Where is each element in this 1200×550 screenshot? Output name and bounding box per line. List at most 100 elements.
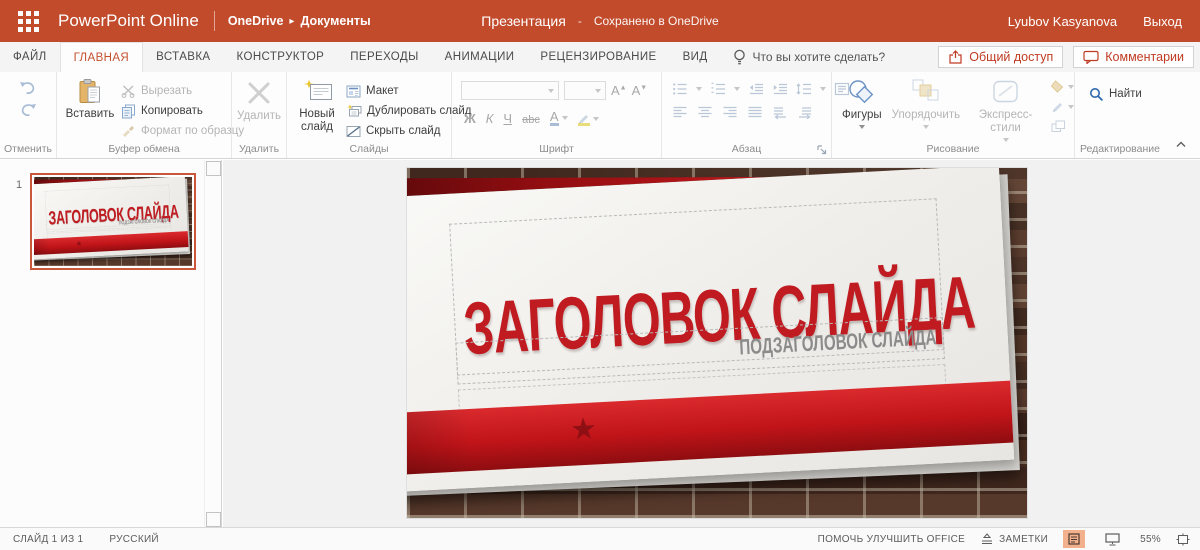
grow-font-button[interactable]: А▲ — [611, 83, 627, 98]
align-right-button[interactable] — [722, 105, 738, 119]
group-slides: Новый слайд Макет Дублировать слайд — [287, 72, 452, 158]
decrease-indent-button[interactable] — [748, 82, 764, 96]
tell-me-box[interactable]: Что вы хотите сделать? — [733, 42, 886, 72]
notes-icon — [980, 532, 994, 546]
user-name[interactable]: Lyubov Kasyanova — [1008, 14, 1117, 29]
app-title: PowerPoint Online — [58, 11, 199, 31]
new-slide-label: Новый слайд — [294, 108, 340, 134]
improve-office-link[interactable]: ПОМОЧЬ УЛУЧШИТЬ OFFICE — [818, 534, 966, 545]
group-label-undo: Отменить — [0, 143, 56, 155]
breadcrumb[interactable]: OneDrive ▸ Документы — [228, 14, 371, 28]
notes-toggle[interactable]: ЗАМЕТКИ — [980, 532, 1048, 546]
strikethrough-button[interactable]: abc — [522, 114, 540, 126]
paste-button[interactable]: Вставить — [66, 79, 114, 141]
tab-review[interactable]: РЕЦЕНЗИРОВАНИЕ — [527, 42, 669, 72]
tab-file[interactable]: ФАЙЛ — [0, 42, 60, 72]
language-button[interactable]: РУССКИЙ — [109, 534, 159, 545]
align-center-button[interactable] — [697, 105, 713, 119]
quick-styles-button[interactable]: Экспресс-стили — [970, 79, 1041, 142]
redo-icon[interactable] — [19, 103, 37, 118]
breadcrumb-drive[interactable]: OneDrive — [228, 14, 284, 28]
title-status-dash: - — [578, 14, 582, 28]
justify-button[interactable] — [747, 105, 763, 119]
red-wedge — [407, 168, 769, 199]
status-bar: СЛАЙД 1 ИЗ 1 РУССКИЙ ПОМОЧЬ УЛУЧШИТЬ OFF… — [0, 527, 1200, 550]
slide-subtitle[interactable]: ПОДЗАГОЛОВОК СЛАЙДА — [739, 326, 937, 362]
star-icon: ★ — [569, 414, 597, 445]
group-label-slides: Слайды — [287, 143, 451, 155]
italic-button[interactable]: К — [486, 111, 494, 126]
copy-button[interactable]: Копировать — [121, 101, 244, 121]
find-button[interactable]: Найти — [1075, 72, 1165, 104]
new-slide-button[interactable]: Новый слайд — [294, 79, 340, 141]
duplicate-slide-icon — [346, 104, 362, 118]
shapes-button[interactable]: Фигуры — [842, 79, 882, 129]
group-paragraph: Абзац — [662, 72, 832, 158]
bold-button[interactable]: Ж — [464, 111, 476, 126]
undo-icon[interactable] — [19, 81, 37, 96]
breadcrumb-folder[interactable]: Документы — [300, 14, 370, 28]
slide-thumbnail[interactable]: ЗАГОЛОВОК СЛАЙДА ПОДЗАГОЛОВОК СЛАЙДА ★ — [30, 173, 196, 270]
editing-view-button[interactable] — [1063, 530, 1085, 548]
zoom-level-button[interactable]: 55% — [1140, 534, 1161, 545]
copy-icon — [121, 104, 136, 119]
arrange-label: Упорядочить — [892, 109, 960, 122]
numbering-button[interactable] — [710, 82, 726, 96]
group-label-clipboard: Буфер обмена — [57, 143, 231, 155]
bullets-button[interactable] — [672, 82, 688, 96]
scissors-icon — [121, 84, 136, 98]
shape-outline-button[interactable] — [1051, 100, 1074, 113]
duplicate-shape-button[interactable] — [1051, 120, 1074, 133]
arrange-button[interactable]: Упорядочить — [892, 79, 960, 129]
thumb-red-wedge — [34, 177, 126, 185]
group-clipboard: Вставить Вырезать Копировать — [57, 72, 232, 158]
document-title[interactable]: Презентация — [481, 13, 566, 29]
collapse-ribbon-icon[interactable] — [1175, 140, 1187, 148]
delete-button[interactable]: Удалить — [232, 72, 286, 123]
thumb-star-icon: ★ — [75, 240, 82, 248]
font-size-dropdown[interactable] — [564, 81, 606, 100]
highlight-pen-icon — [578, 112, 590, 126]
panel-scrollbar[interactable] — [204, 160, 221, 528]
tab-design[interactable]: КОНСТРУКТОР — [224, 42, 338, 72]
share-button[interactable]: Общий доступ — [938, 46, 1063, 68]
group-label-drawing: Рисование — [832, 143, 1074, 155]
increase-indent-button[interactable] — [772, 82, 788, 96]
app-launcher-icon[interactable] — [18, 11, 39, 32]
line-spacing-button[interactable] — [796, 82, 812, 96]
scroll-down-button[interactable] — [206, 512, 221, 527]
slideshow-view-button[interactable] — [1100, 530, 1125, 549]
left-to-right-button[interactable] — [772, 105, 788, 119]
group-label-delete: Удалить — [232, 143, 286, 155]
fit-slide-button[interactable] — [1176, 533, 1190, 546]
right-to-left-button[interactable] — [797, 105, 813, 119]
comments-button[interactable]: Комментарии — [1073, 46, 1194, 68]
font-color-button[interactable]: А — [550, 110, 568, 126]
highlight-color-button[interactable] — [578, 112, 599, 126]
tab-animations[interactable]: АНИМАЦИИ — [432, 42, 528, 72]
tab-view[interactable]: ВИД — [670, 42, 721, 72]
share-button-label: Общий доступ — [969, 50, 1053, 64]
tab-transitions[interactable]: ПЕРЕХОДЫ — [337, 42, 431, 72]
align-left-button[interactable] — [672, 105, 688, 119]
tab-home[interactable]: ГЛАВНАЯ — [60, 42, 144, 72]
cut-button[interactable]: Вырезать — [121, 81, 244, 101]
layout-label: Макет — [366, 85, 399, 97]
slide-canvas[interactable]: ЗАГОЛОВОК СЛАЙДА ПОДЗАГОЛОВОК СЛАЙДА ★ — [407, 168, 1027, 518]
group-delete: Удалить Удалить — [232, 72, 287, 158]
font-name-dropdown[interactable] — [461, 81, 559, 100]
shapes-label: Фигуры — [842, 109, 882, 122]
format-painter-button[interactable]: Формат по образцу — [121, 121, 244, 141]
quick-styles-label: Экспресс-стили — [970, 109, 1041, 135]
shape-fill-button[interactable] — [1051, 80, 1074, 93]
sign-out-link[interactable]: Выход — [1143, 14, 1182, 29]
underline-button[interactable]: Ч — [503, 111, 512, 126]
shrink-font-button[interactable]: А▼ — [632, 83, 648, 98]
format-painter-icon — [121, 124, 136, 138]
format-painter-label: Формат по образцу — [141, 125, 244, 137]
tell-me-label: Что вы хотите сделать? — [753, 50, 886, 64]
slide-thumbnail-scene: ЗАГОЛОВОК СЛАЙДА ПОДЗАГОЛОВОК СЛАЙДА ★ — [34, 177, 192, 266]
fit-slide-icon — [1176, 533, 1190, 546]
scroll-up-button[interactable] — [206, 161, 221, 176]
tab-insert[interactable]: ВСТАВКА — [143, 42, 223, 72]
